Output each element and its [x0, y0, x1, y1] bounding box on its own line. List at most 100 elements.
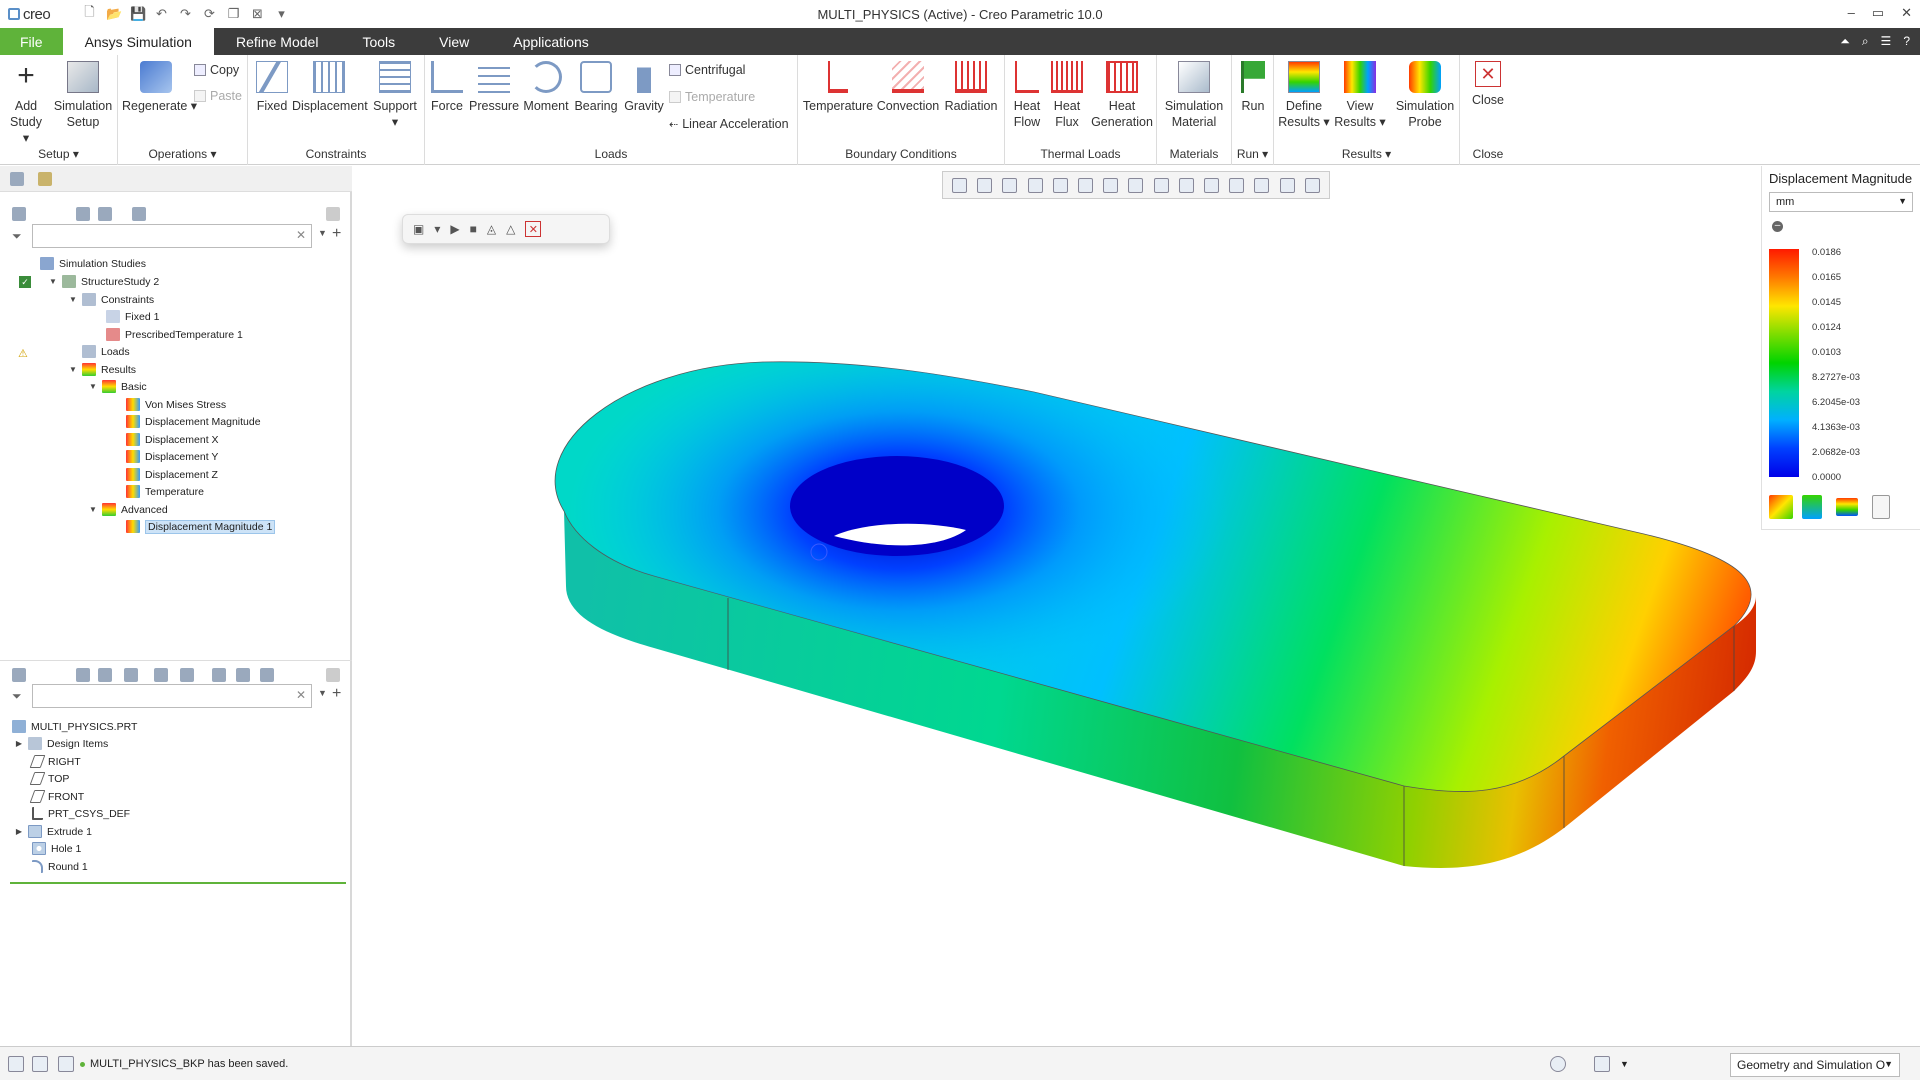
simulation-setup-button[interactable]: Simulation Setup	[52, 61, 114, 130]
tree-item-displacement-magnitude-1[interactable]: Displacement Magnitude 1	[126, 518, 276, 535]
maximize-button[interactable]: ▭	[1872, 5, 1884, 21]
legend-unit-select[interactable]: mm ▼	[1769, 192, 1913, 212]
regenerate-button[interactable]: Regenerate ▾	[122, 61, 197, 114]
tab-view[interactable]: View	[417, 28, 491, 55]
tab-tools[interactable]: Tools	[340, 28, 417, 55]
add-study-button[interactable]: + Add Study ▾	[6, 61, 46, 146]
tree-columns-icon[interactable]	[212, 667, 226, 682]
group-label-setup[interactable]: Setup ▾	[0, 147, 117, 161]
tree-view-icon[interactable]	[260, 667, 274, 682]
tree-item-von-mises-stress[interactable]: Von Mises Stress	[126, 396, 226, 413]
tab-file[interactable]: File	[0, 28, 63, 55]
expand-all-icon[interactable]	[76, 207, 90, 221]
view-results-button[interactable]: View Results ▾	[1334, 61, 1386, 130]
collapse-all-icon[interactable]	[98, 667, 112, 682]
tree-item-results[interactable]: ▼ Results	[68, 361, 136, 378]
filter-dropdown-icon[interactable]: ▼	[318, 228, 327, 238]
tree-item-right[interactable]: RIGHT	[29, 753, 81, 770]
legend-levels-icon[interactable]	[1802, 495, 1822, 519]
filter-dropdown-icon[interactable]: ▼	[318, 688, 327, 698]
model-tree-tab-icon[interactable]	[10, 172, 24, 186]
contour-style-icon[interactable]	[1769, 495, 1793, 519]
model-tree-search-input[interactable]	[32, 684, 312, 708]
tree-item-simulation-studies[interactable]: Simulation Studies	[40, 255, 146, 272]
tree-options-icon[interactable]	[12, 207, 26, 221]
collapse-all-icon[interactable]	[98, 207, 112, 221]
radiation-button[interactable]: Radiation	[941, 61, 1001, 114]
add-filter-icon[interactable]: +	[332, 685, 341, 703]
support-button[interactable]: Support ▾	[370, 61, 420, 130]
show-columns-icon[interactable]	[132, 207, 146, 221]
collapse-arrow-icon[interactable]: ▼	[48, 277, 58, 286]
define-results-button[interactable]: Define Results ▾	[1278, 61, 1330, 130]
tree-item-prescribedtemperature-1[interactable]: PrescribedTemperature 1	[106, 326, 243, 343]
simulation-material-button[interactable]: Simulation Material	[1161, 61, 1227, 130]
collapse-ribbon-icon[interactable]: ⏶	[1840, 34, 1850, 49]
group-label-run[interactable]: Run ▾	[1232, 147, 1273, 161]
close-button-ribbon[interactable]: ✕ Close	[1466, 61, 1510, 108]
tree-item-displacement-y[interactable]: Displacement Y	[126, 448, 218, 465]
close-button[interactable]: ✕	[1901, 5, 1912, 21]
tree-item-extrude-1[interactable]: ▶ Extrude 1	[14, 823, 92, 840]
layers-icon[interactable]	[236, 667, 250, 682]
tree-item-hole-1[interactable]: Hole 1	[32, 840, 81, 857]
collapse-arrow-icon[interactable]: ▼	[88, 505, 98, 514]
clear-filter-icon[interactable]: ✕	[296, 688, 306, 702]
tree-item-multi-physics-prt[interactable]: MULTI_PHYSICS.PRT	[12, 718, 137, 735]
show-browser-icon[interactable]	[32, 1056, 48, 1072]
tree-item-fixed-1[interactable]: Fixed 1	[106, 308, 159, 325]
find-dropdown-icon[interactable]: ▼	[1620, 1059, 1629, 1069]
help-icon[interactable]: ?	[1903, 34, 1910, 49]
model-tree-settings-icon[interactable]	[326, 667, 340, 682]
customize-toolbar-icon[interactable]: ▾	[274, 6, 289, 22]
copy-button[interactable]: Copy	[194, 63, 239, 77]
tree-settings-icon[interactable]	[180, 667, 194, 682]
tree-item-front[interactable]: FRONT	[29, 788, 84, 805]
convection-button[interactable]: Convection	[876, 61, 940, 114]
selection-filter-select[interactable]: Geometry and Simulation O ▼	[1730, 1053, 1900, 1077]
show-navigator-icon[interactable]	[8, 1056, 24, 1072]
collapse-arrow-icon[interactable]: ▼	[68, 295, 78, 304]
full-screen-icon[interactable]	[58, 1056, 74, 1072]
tab-refine-model[interactable]: Refine Model	[214, 28, 341, 55]
gravity-button[interactable]: Gravity	[621, 61, 667, 114]
tree-item-structurestudy-2[interactable]: ▼ StructureStudy 2	[48, 273, 159, 290]
clear-filter-icon[interactable]: ✕	[296, 228, 306, 242]
tree-item-round-1[interactable]: Round 1	[32, 858, 88, 875]
show-columns-icon[interactable]	[124, 667, 138, 682]
force-button[interactable]: Force	[427, 61, 467, 114]
expand-arrow-icon[interactable]: ▶	[14, 827, 24, 836]
graphics-window[interactable]: ▣ ▾ ▶ ■ ◬ △ ✕	[354, 166, 1920, 1046]
add-filter-icon[interactable]: +	[332, 225, 341, 243]
folder-browser-tab-icon[interactable]	[38, 172, 52, 186]
tree-filters-icon[interactable]	[154, 667, 168, 682]
tree-item-basic[interactable]: ▼ Basic	[88, 378, 147, 395]
simulation-probe-button[interactable]: Simulation Probe	[1394, 61, 1456, 130]
bearing-button[interactable]: Bearing	[572, 61, 620, 114]
expand-arrow-icon[interactable]: ▶	[14, 739, 24, 748]
moment-button[interactable]: Moment	[521, 61, 571, 114]
find-icon[interactable]	[1594, 1056, 1610, 1072]
collapse-arrow-icon[interactable]: ▼	[88, 382, 98, 391]
tree-item-advanced[interactable]: ▼ Advanced	[88, 501, 168, 518]
tree-item-displacement-magnitude[interactable]: Displacement Magnitude	[126, 413, 261, 430]
tree-item-top[interactable]: TOP	[29, 770, 69, 787]
save-icon[interactable]: 💾	[130, 6, 146, 22]
pressure-button[interactable]: Pressure	[469, 61, 519, 114]
redo-icon[interactable]: ↷	[178, 6, 193, 22]
expand-all-icon[interactable]	[76, 667, 90, 682]
insert-here-marker[interactable]	[10, 882, 346, 884]
close-window-icon[interactable]: ⊠	[250, 6, 265, 22]
tree-item-loads[interactable]: Loads	[82, 343, 130, 360]
run-button[interactable]: Run	[1236, 61, 1270, 114]
tree-item-design-items[interactable]: ▶ Design Items	[14, 735, 108, 752]
tree-item-constraints[interactable]: ▼ Constraints	[68, 291, 154, 308]
community-icon[interactable]: ☰	[1881, 34, 1892, 49]
study-checkbox-icon[interactable]: ✓	[19, 276, 31, 288]
tree-item-temperature[interactable]: Temperature	[126, 483, 204, 500]
tree-item-prt-csys-def[interactable]: PRT_CSYS_DEF	[32, 805, 130, 822]
linear-acceleration-button[interactable]: ⇠ Linear Acceleration	[669, 117, 789, 131]
open-folder-icon[interactable]: 📂	[106, 6, 122, 22]
heat-generation-button[interactable]: Heat Generation	[1089, 61, 1155, 130]
paste-button[interactable]: Paste	[194, 89, 242, 103]
